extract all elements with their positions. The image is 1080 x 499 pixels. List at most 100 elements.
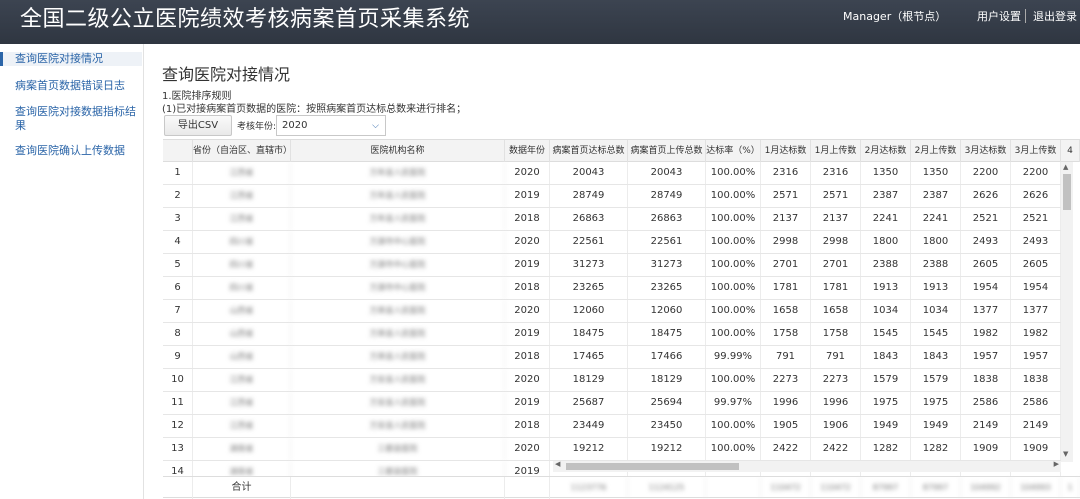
horizontal-scrollbar[interactable]: ◀ ▶ <box>553 460 1061 472</box>
export-csv-button[interactable]: 导出CSV <box>164 115 232 136</box>
footer-cell-uploaded-total: 1124125 <box>628 477 706 499</box>
cell-m1-qualified: 2998 <box>761 231 811 253</box>
cell-m3-uploaded: 2149 <box>1011 415 1061 437</box>
scroll-up-icon[interactable]: ▲ <box>1063 163 1068 171</box>
scroll-left-icon[interactable]: ◀ <box>555 460 560 468</box>
column-header-data-year[interactable]: 数据年份 <box>505 140 550 162</box>
table-row[interactable]: 2 江西省 万年县人民医院 2019 28749 28749 100.00% 2571 2571… <box>163 185 1061 208</box>
app-title: 全国二级公立医院绩效考核病案首页采集系统 <box>20 7 471 32</box>
cell-m2-qualified: 1282 <box>861 438 911 460</box>
cell-m3-qualified: 2605 <box>961 254 1011 276</box>
footer-cell-m3-qualified: 104992 <box>961 477 1011 499</box>
cell-m2-qualified: 2388 <box>861 254 911 276</box>
column-header-row-number[interactable] <box>163 140 193 162</box>
column-header-uploaded-total[interactable]: 病案首页上传总数 <box>628 140 706 162</box>
cell-qualified-rate: 99.97% <box>706 392 761 414</box>
table-row[interactable]: 4 四川省 万源市中心医院 2020 22561 22561 100.00% 2998 2998… <box>163 231 1061 254</box>
current-user: Manager（根节点） <box>843 10 947 23</box>
sidebar-item-hospital-connection[interactable]: 查询医院对接情况 <box>0 52 142 66</box>
table-row[interactable]: 1 江西省 万年县人民医院 2020 20043 20043 100.00% 2316 2316… <box>163 162 1061 185</box>
sidebar-item-error-log[interactable]: 病案首页数据错误日志 <box>0 79 142 93</box>
cell-m3-qualified: 2521 <box>961 208 1011 230</box>
column-header-qualified-total[interactable]: 病案首页达标总数 <box>550 140 628 162</box>
cell-province: 江西省 <box>193 208 291 230</box>
cell-m1-qualified: 1658 <box>761 300 811 322</box>
cell-qualified-total: 31273 <box>550 254 628 276</box>
scroll-right-icon[interactable]: ▶ <box>1054 460 1059 468</box>
table-row[interactable]: 11 江西省 万安县人民医院 2019 25687 25694 99.97% 1996 1996… <box>163 392 1061 415</box>
cell-province: 江西省 <box>193 415 291 437</box>
table-row[interactable]: 13 湖南省 三都县医院 2020 19212 19212 100.00% 2422 2422 1… <box>163 438 1061 461</box>
column-header-hospital-name[interactable]: 医院机构名称 <box>291 140 505 162</box>
column-header-province[interactable]: 省份（自治区、直辖市） <box>193 140 291 162</box>
sidebar-item-confirmed-uploads[interactable]: 查询医院确认上传数据 <box>0 144 142 158</box>
year-select[interactable]: 2020 ⌵ <box>276 115 386 136</box>
table-row[interactable]: 9 山西省 万荣县人民医院 2018 17465 17466 99.99% 791 791 184… <box>163 346 1061 369</box>
column-header-m1-uploaded[interactable]: 1月上传数 <box>811 140 861 162</box>
column-header-m3-qualified[interactable]: 3月达标数 <box>961 140 1011 162</box>
horizontal-scroll-thumb[interactable] <box>566 463 739 470</box>
cell-m1-uploaded: 1781 <box>811 277 861 299</box>
cell-m3-uploaded: 1377 <box>1011 300 1061 322</box>
hospital-table: 省份（自治区、直辖市） 医院机构名称 数据年份 病案首页达标总数 病案首页上传总数 达标率… <box>163 139 1080 499</box>
cell-m1-qualified: 2316 <box>761 162 811 184</box>
chevron-down-icon: ⌵ <box>372 121 379 131</box>
cell-province: 四川省 <box>193 231 291 253</box>
cell-m2-uploaded: 1579 <box>911 369 961 391</box>
cell-hospital-name: 万源市中心医院 <box>291 277 505 299</box>
column-header-m1-qualified[interactable]: 1月达标数 <box>761 140 811 162</box>
cell-qualified-rate: 100.00% <box>706 438 761 460</box>
cell-row-number: 6 <box>163 277 193 299</box>
cell-m2-qualified: 1843 <box>861 346 911 368</box>
cell-data-year: 2018 <box>505 415 550 437</box>
cell-uploaded-total: 20043 <box>628 162 706 184</box>
cell-m1-uploaded: 1906 <box>811 415 861 437</box>
cell-uploaded-total: 18129 <box>628 369 706 391</box>
vertical-scroll-thumb[interactable] <box>1063 174 1071 210</box>
table-row[interactable]: 3 江西省 万年县人民医院 2018 26863 26863 100.00% 2137 2137… <box>163 208 1061 231</box>
cell-m3-uploaded: 2493 <box>1011 231 1061 253</box>
column-header-m4-partial[interactable]: 4 <box>1061 140 1080 162</box>
cell-uploaded-total: 17466 <box>628 346 706 368</box>
cell-data-year: 2020 <box>505 300 550 322</box>
cell-hospital-name: 万源市中心医院 <box>291 254 505 276</box>
cell-hospital-name: 三都县医院 <box>291 438 505 460</box>
cell-m3-qualified: 1982 <box>961 323 1011 345</box>
user-settings-link[interactable]: 用户设置 <box>977 10 1021 24</box>
cell-m1-uploaded: 2701 <box>811 254 861 276</box>
cell-m2-qualified: 2387 <box>861 185 911 207</box>
table-row[interactable]: 6 四川省 万源市中心医院 2018 23265 23265 100.00% 1781 1781… <box>163 277 1061 300</box>
footer-cell-m1-uploaded: 110472 <box>811 477 861 499</box>
cell-m3-qualified: 2200 <box>961 162 1011 184</box>
cell-qualified-rate: 100.00% <box>706 323 761 345</box>
cell-m3-qualified: 2493 <box>961 231 1011 253</box>
scroll-down-icon[interactable]: ▼ <box>1063 450 1068 458</box>
table-row[interactable]: 12 江西省 万安县人民医院 2018 23449 23450 100.00% 1905 190… <box>163 415 1061 438</box>
cell-qualified-total: 25687 <box>550 392 628 414</box>
cell-uploaded-total: 19212 <box>628 438 706 460</box>
cell-qualified-total: 26863 <box>550 208 628 230</box>
cell-uploaded-total: 23450 <box>628 415 706 437</box>
cell-m2-qualified: 1913 <box>861 277 911 299</box>
cell-hospital-name: 万年县人民医院 <box>291 162 505 184</box>
footer-cell-qualified-rate <box>706 477 761 499</box>
table-row[interactable]: 7 山西省 万荣县人民医院 2020 12060 12060 100.00% 1658 1658… <box>163 300 1061 323</box>
logout-link[interactable]: 退出登录 <box>1033 10 1077 24</box>
column-header-m3-uploaded[interactable]: 3月上传数 <box>1011 140 1061 162</box>
cell-m1-qualified: 1996 <box>761 392 811 414</box>
footer-cell-m2-qualified: 87997 <box>861 477 911 499</box>
table-row[interactable]: 10 江西省 万安县人民医院 2020 18129 18129 100.00% 2273 227… <box>163 369 1061 392</box>
column-header-m2-qualified[interactable]: 2月达标数 <box>861 140 911 162</box>
app-header: 全国二级公立医院绩效考核病案首页采集系统 Manager（根节点） 用户设置 退… <box>0 0 1080 44</box>
table-row[interactable]: 5 四川省 万源市中心医院 2019 31273 31273 100.00% 2701 2701… <box>163 254 1061 277</box>
column-header-qualified-rate[interactable]: 达标率（%） <box>706 140 761 162</box>
sidebar-item-indicator-results[interactable]: 查询医院对接数据指标结果 <box>0 105 142 133</box>
vertical-scrollbar[interactable]: ▲ ▼ <box>1061 162 1073 462</box>
column-header-m2-uploaded[interactable]: 2月上传数 <box>911 140 961 162</box>
cell-qualified-total: 22561 <box>550 231 628 253</box>
table-row[interactable]: 8 山西省 万荣县人民医院 2019 18475 18475 100.00% 1758 1758… <box>163 323 1061 346</box>
cell-m1-qualified: 2422 <box>761 438 811 460</box>
cell-hospital-name: 万源市中心医院 <box>291 231 505 253</box>
cell-m1-uploaded: 1758 <box>811 323 861 345</box>
cell-m3-uploaded: 2586 <box>1011 392 1061 414</box>
